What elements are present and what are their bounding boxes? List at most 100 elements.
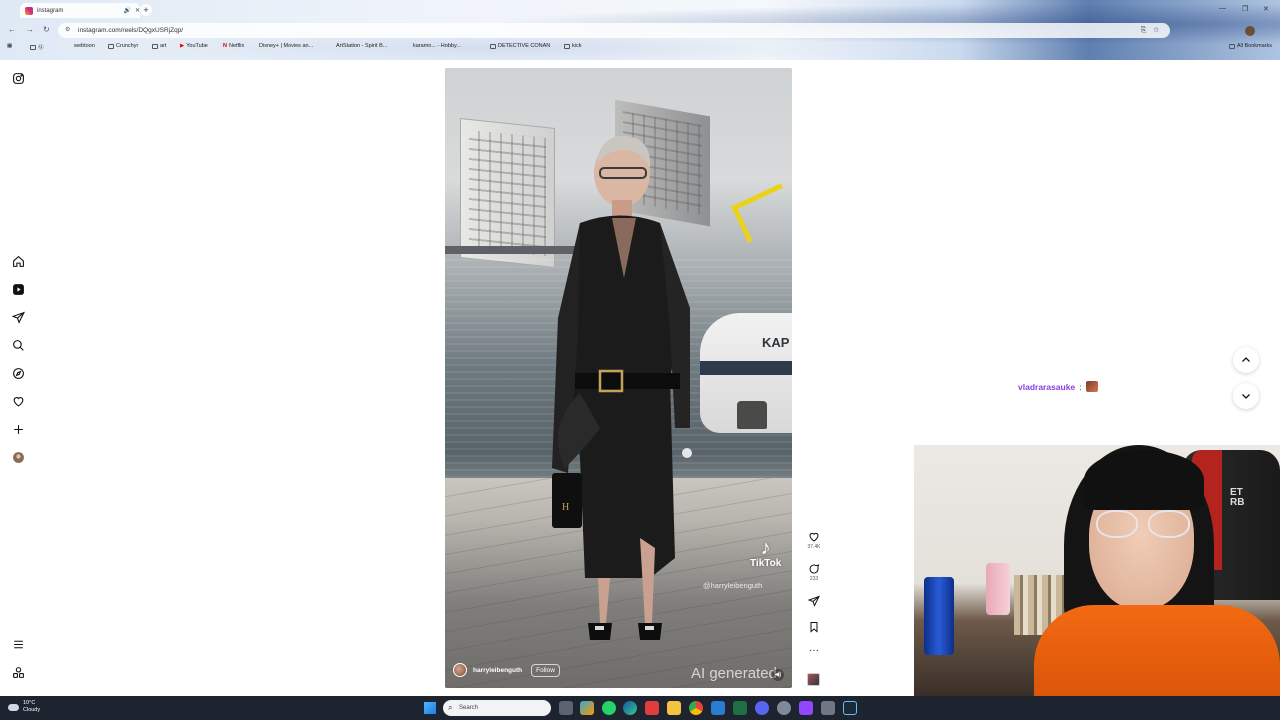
minimize-button[interactable]: — (1219, 5, 1226, 12)
bookmarks-bar: ▦ Ⓤ webtoon Crunchyr art ▶ YouTube N Netfl… (0, 43, 1280, 56)
reel-author: harryleibenguth Follow (453, 663, 560, 677)
chevron-down-icon (1242, 394, 1250, 399)
heart-icon (809, 532, 819, 542)
save-button[interactable] (804, 621, 824, 633)
share-button[interactable] (804, 595, 824, 607)
bookmark-0[interactable]: Ⓤ (30, 43, 44, 51)
home-icon[interactable] (10, 253, 26, 269)
back-icon[interactable]: ← (8, 25, 16, 34)
tiktok-handle: @harryleibenguth (703, 581, 763, 590)
settings-icon[interactable] (821, 701, 835, 715)
apps-grid-icon[interactable]: ▦ (7, 43, 12, 49)
cloud-icon (8, 703, 19, 711)
tiktok-watermark: ♪ TikTok (750, 538, 781, 569)
edge-icon[interactable] (623, 701, 637, 715)
browser-tab[interactable]: instagram 🔊 ✕ (20, 3, 140, 18)
file-explorer-icon[interactable] (667, 701, 681, 715)
streamer-bangs (1084, 450, 1204, 510)
explore-icon[interactable] (10, 365, 26, 381)
bookmark-star-icon[interactable]: ⎘☆ (1141, 23, 1166, 38)
tab-title: instagram (37, 7, 64, 14)
close-window-button[interactable]: ✕ (1263, 5, 1269, 13)
outlook-icon[interactable] (711, 701, 725, 715)
app-red-icon[interactable] (645, 701, 659, 715)
more-menu-icon[interactable] (10, 636, 26, 652)
browser-profile-avatar[interactable] (1245, 26, 1255, 36)
reel-video[interactable]: KAP H ♪ TikTok @harryleibenguth AI gener… (445, 68, 792, 688)
bookmark-2[interactable]: Crunchyr (108, 43, 138, 49)
instagram-favicon-icon (25, 6, 33, 15)
weather-temperature: 10°C (23, 700, 36, 706)
weather-widget[interactable]: 10°C Cloudy (8, 700, 40, 714)
chair-text: ET RB (1230, 487, 1245, 508)
instagram-logo-icon[interactable] (10, 70, 26, 86)
yellow-crane (731, 183, 792, 243)
boat-text: KAP (762, 335, 790, 350)
twitch-icon[interactable] (799, 701, 813, 715)
bookmark-detective-conan[interactable]: DETECTIVE CONAN (490, 43, 550, 49)
like-count: 37.4K (807, 544, 821, 550)
bookmark-1[interactable]: webtoon (74, 43, 95, 49)
follow-button[interactable]: Follow (531, 663, 560, 677)
comment-button[interactable]: 233 (804, 563, 824, 582)
chevron-up-icon (1242, 357, 1250, 362)
all-bookmarks[interactable]: All Bookmarks (1228, 43, 1272, 49)
share-icon (808, 595, 820, 607)
maximize-button[interactable]: ❐ (1242, 5, 1248, 13)
weather-condition: Cloudy (23, 707, 41, 713)
previous-reel-button[interactable] (1233, 347, 1259, 373)
url-text: instagram.com/reels/DQgxUSRjZqp/ (78, 27, 184, 34)
like-button[interactable]: 37.4K (804, 531, 824, 550)
whatsapp-icon[interactable] (602, 701, 616, 715)
blue-bottle (924, 577, 954, 655)
reload-icon[interactable]: ↻ (43, 25, 50, 34)
search-icon[interactable] (10, 337, 26, 353)
bollard (737, 401, 767, 429)
woman-in-leather-dress: H (552, 135, 692, 640)
also-from-meta-icon[interactable] (10, 664, 26, 680)
mute-toggle-icon[interactable]: ◀) (772, 669, 784, 681)
widgets-icon[interactable] (580, 701, 594, 715)
bookmark-3[interactable]: art (152, 43, 166, 49)
next-reel-button[interactable] (1233, 383, 1259, 409)
author-avatar[interactable] (453, 663, 467, 677)
streamer-glasses (1096, 510, 1192, 538)
tab-audio-icon[interactable]: 🔊 (123, 7, 130, 14)
bookmark-kick[interactable]: kick (564, 43, 581, 49)
svg-text:H: H (562, 502, 569, 513)
webcam-overlay: ET RB (914, 445, 1280, 696)
audio-thumbnail[interactable] (807, 673, 820, 686)
reels-icon[interactable] (10, 281, 26, 297)
taskbar-search[interactable]: Search (443, 700, 551, 716)
create-plus-icon[interactable] (10, 421, 26, 437)
task-view-icon[interactable] (559, 701, 573, 715)
bookmark-youtube[interactable]: ▶ YouTube (180, 43, 208, 49)
excel-icon[interactable] (733, 701, 747, 715)
discord-icon[interactable] (755, 701, 769, 715)
windows-start-icon[interactable] (424, 702, 436, 714)
notifications-heart-icon[interactable] (10, 393, 26, 409)
site-info-icon[interactable]: ⚙ (65, 23, 70, 38)
pink-bottle (986, 563, 1010, 615)
tiktok-logo-icon: ♪ (760, 537, 771, 559)
author-username[interactable]: harryleibenguth (473, 667, 522, 674)
direct-messages-icon[interactable] (10, 309, 26, 325)
chat-separator: : (1079, 381, 1082, 392)
bookmark-hobby[interactable]: karamo... - Hobby... (413, 43, 461, 49)
app-gray-icon[interactable] (777, 701, 791, 715)
more-options-icon[interactable]: ··· (804, 645, 824, 656)
bookmark-disney[interactable]: Disney+ | Movies an... (259, 43, 313, 49)
steam-icon[interactable] (843, 701, 857, 715)
orange-hoodie (1034, 605, 1280, 696)
stream-chat-message: vladrarasauke : (1018, 381, 1098, 392)
chrome-icon[interactable] (689, 701, 703, 715)
profile-avatar[interactable] (10, 449, 26, 465)
tiktok-label: TikTok (750, 558, 782, 569)
bookmark-artstation[interactable]: ArtStation - Spirit B... (336, 43, 387, 49)
address-bar[interactable]: ⚙ instagram.com/reels/DQgxUSRjZqp/ ⎘☆ (58, 23, 1170, 38)
ai-generated-label: AI generated (691, 665, 777, 682)
new-tab-button[interactable]: + (140, 4, 152, 16)
bookmark-netflix[interactable]: N Netflix (223, 43, 244, 49)
forward-icon[interactable]: → (26, 25, 34, 34)
chat-emote-icon (1085, 381, 1098, 392)
